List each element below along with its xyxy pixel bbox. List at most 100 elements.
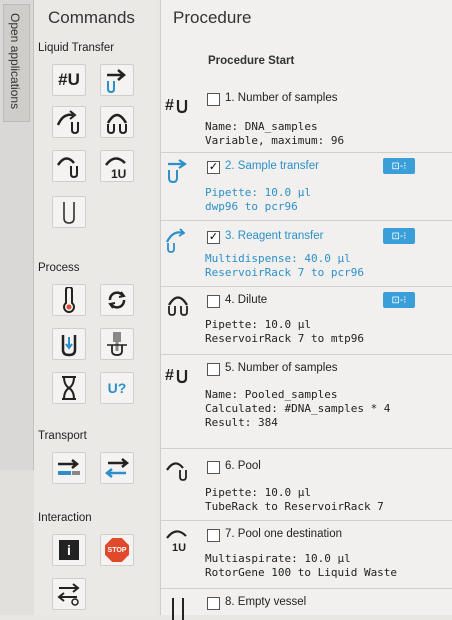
step-detail-1: Name: DNA_samples [205,120,318,133]
procedure-step-4[interactable]: 4. Dilute ⊡-⁝ Pipette: 10.0 µl Reservoir… [161,290,452,354]
temperature-button[interactable] [52,284,86,316]
step-divider [161,520,452,521]
pool-button[interactable] [52,150,86,182]
step-checkbox[interactable] [207,93,220,106]
open-applications-label: Open applications [8,13,22,110]
step-detail-2: RotorGene 100 to Liquid Waste [205,566,398,579]
procedure-panel: Procedure Procedure Start # 1. Number of… [160,0,452,620]
step-divider [161,588,452,589]
reagent-transfer-icon [56,110,79,135]
shake-button[interactable] [100,284,134,316]
open-applications-tab[interactable]: Open applications [0,0,34,470]
step-parameters-badge[interactable]: ⊡-⁝ [383,292,415,308]
step-detail-2: dwp96 to pcr96 [205,200,298,213]
procedure-step-3[interactable]: ✓ 3. Reagent transfer ⊡-⁝ Multidispense:… [161,226,452,288]
sample-transfer-button[interactable] [100,64,134,96]
step-title: 5. Number of samples [225,362,338,374]
step-checkbox[interactable] [207,363,220,376]
procedure-step-6[interactable]: 6. Pool Pipette: 10.0 µl TubeRack to Res… [161,456,452,522]
procedure-step-2[interactable]: ✓ 2. Sample transfer ⊡-⁝ Pipette: 10.0 µ… [161,156,452,222]
step-divider [161,152,452,153]
aspirate-tip-icon [107,332,127,356]
reagent-transfer-icon [166,228,186,253]
step-title: 6. Pool [225,460,261,472]
step-detail-1: Multidispense: 40.0 µl [205,252,351,265]
info-button[interactable]: i [52,534,86,566]
step-detail-2: ReservoirRack 7 to mtp96 [205,332,364,345]
settings-icon [57,583,80,606]
category-liquid-transfer: Liquid Transfer [38,42,115,54]
number-of-samples-icon: # [165,97,188,114]
step-divider [161,448,452,449]
procedure-step-7[interactable]: 1U 7. Pool one destination Multiaspirate… [161,524,452,586]
step-checkbox[interactable] [207,295,220,308]
procedure-title: Procedure [173,8,252,27]
dilute-button[interactable] [100,106,134,138]
procedure-step-5[interactable]: # 5. Number of samples Name: Pooled_samp… [161,358,452,446]
step-title: 3. Reagent transfer [225,230,324,242]
step-detail-3: Result: 384 [205,416,278,429]
svg-text:1U: 1U [172,542,186,552]
move-button[interactable] [52,452,86,484]
pool-one-destination-icon: 1U [105,157,126,179]
step-checkbox[interactable] [207,597,220,610]
svg-text:#: # [165,367,174,384]
category-transport: Transport [38,430,87,442]
category-process: Process [38,262,80,274]
empty-vessel-button[interactable] [52,196,86,228]
svg-text:#: # [165,97,174,114]
step-checkbox[interactable]: ✓ [207,161,220,174]
dilute-icon [168,296,188,316]
commands-panel: Commands Liquid Transfer #U 1U Process U… [34,0,156,615]
step-detail-2: Calculated: #DNA_samples * 4 [205,402,391,415]
step-divider [161,354,452,355]
checkmark-icon: ✓ [208,161,219,173]
wait-button[interactable] [52,372,86,404]
pool-one-destination-button[interactable]: 1U [100,150,134,182]
reagent-transfer-button[interactable] [52,106,86,138]
procedure-step-8[interactable]: 8. Empty vessel [161,592,452,620]
step-detail-1: Multiaspirate: 10.0 µl [205,552,351,565]
empty-vessel-icon [172,598,184,620]
shake-icon [108,291,126,309]
number-of-samples-button[interactable]: #U [52,64,86,96]
stop-button[interactable]: STOP [100,534,134,566]
step-checkbox[interactable] [207,529,220,542]
pool-icon [166,462,187,481]
procedure-start: Procedure Start [208,55,295,67]
centrifuge-icon [61,335,77,357]
swap-icon [104,458,130,478]
centrifuge-button[interactable] [52,328,86,360]
step-parameters-badge[interactable]: ⊡-⁝ [383,228,415,244]
step-checkbox[interactable] [207,461,220,474]
step-detail-2: Variable, maximum: 96 [205,134,345,147]
step-title: 4. Dilute [225,294,268,306]
checkmark-icon: ✓ [208,231,219,243]
info-icon: i [59,540,79,560]
step-divider [161,286,452,287]
stop-icon: STOP [105,538,129,562]
swap-button[interactable] [100,452,134,484]
thermometer-icon [63,287,75,313]
step-detail-1: Pipette: 10.0 µl [205,318,311,331]
step-checkbox[interactable]: ✓ [207,231,220,244]
pool-icon [56,157,78,179]
dilute-icon [106,113,128,135]
hourglass-icon [62,376,76,400]
step-detail-1: Pipette: 10.0 µl [205,486,311,499]
step-detail-1: Pipette: 10.0 µl [205,186,311,199]
pool-one-destination-icon: 1U [166,530,187,552]
parameters-icon: ⊡-⁝ [391,230,407,242]
number-of-samples-icon: # [165,367,188,384]
parameters-icon: ⊡-⁝ [391,160,407,172]
empty-vessel-icon [63,202,75,224]
query-icon: U? [107,380,127,396]
procedure-step-1[interactable]: # 1. Number of samples Name: DNA_samples… [161,88,452,154]
aspirate-tip-button[interactable] [100,328,134,360]
step-parameters-badge[interactable]: ⊡-⁝ [383,158,415,174]
query-button[interactable]: U? [100,372,134,404]
open-applications-tab-button[interactable]: Open applications [3,4,30,122]
sample-transfer-icon [168,159,187,184]
step-title: 1. Number of samples [225,92,338,104]
settings-button[interactable] [52,578,86,610]
